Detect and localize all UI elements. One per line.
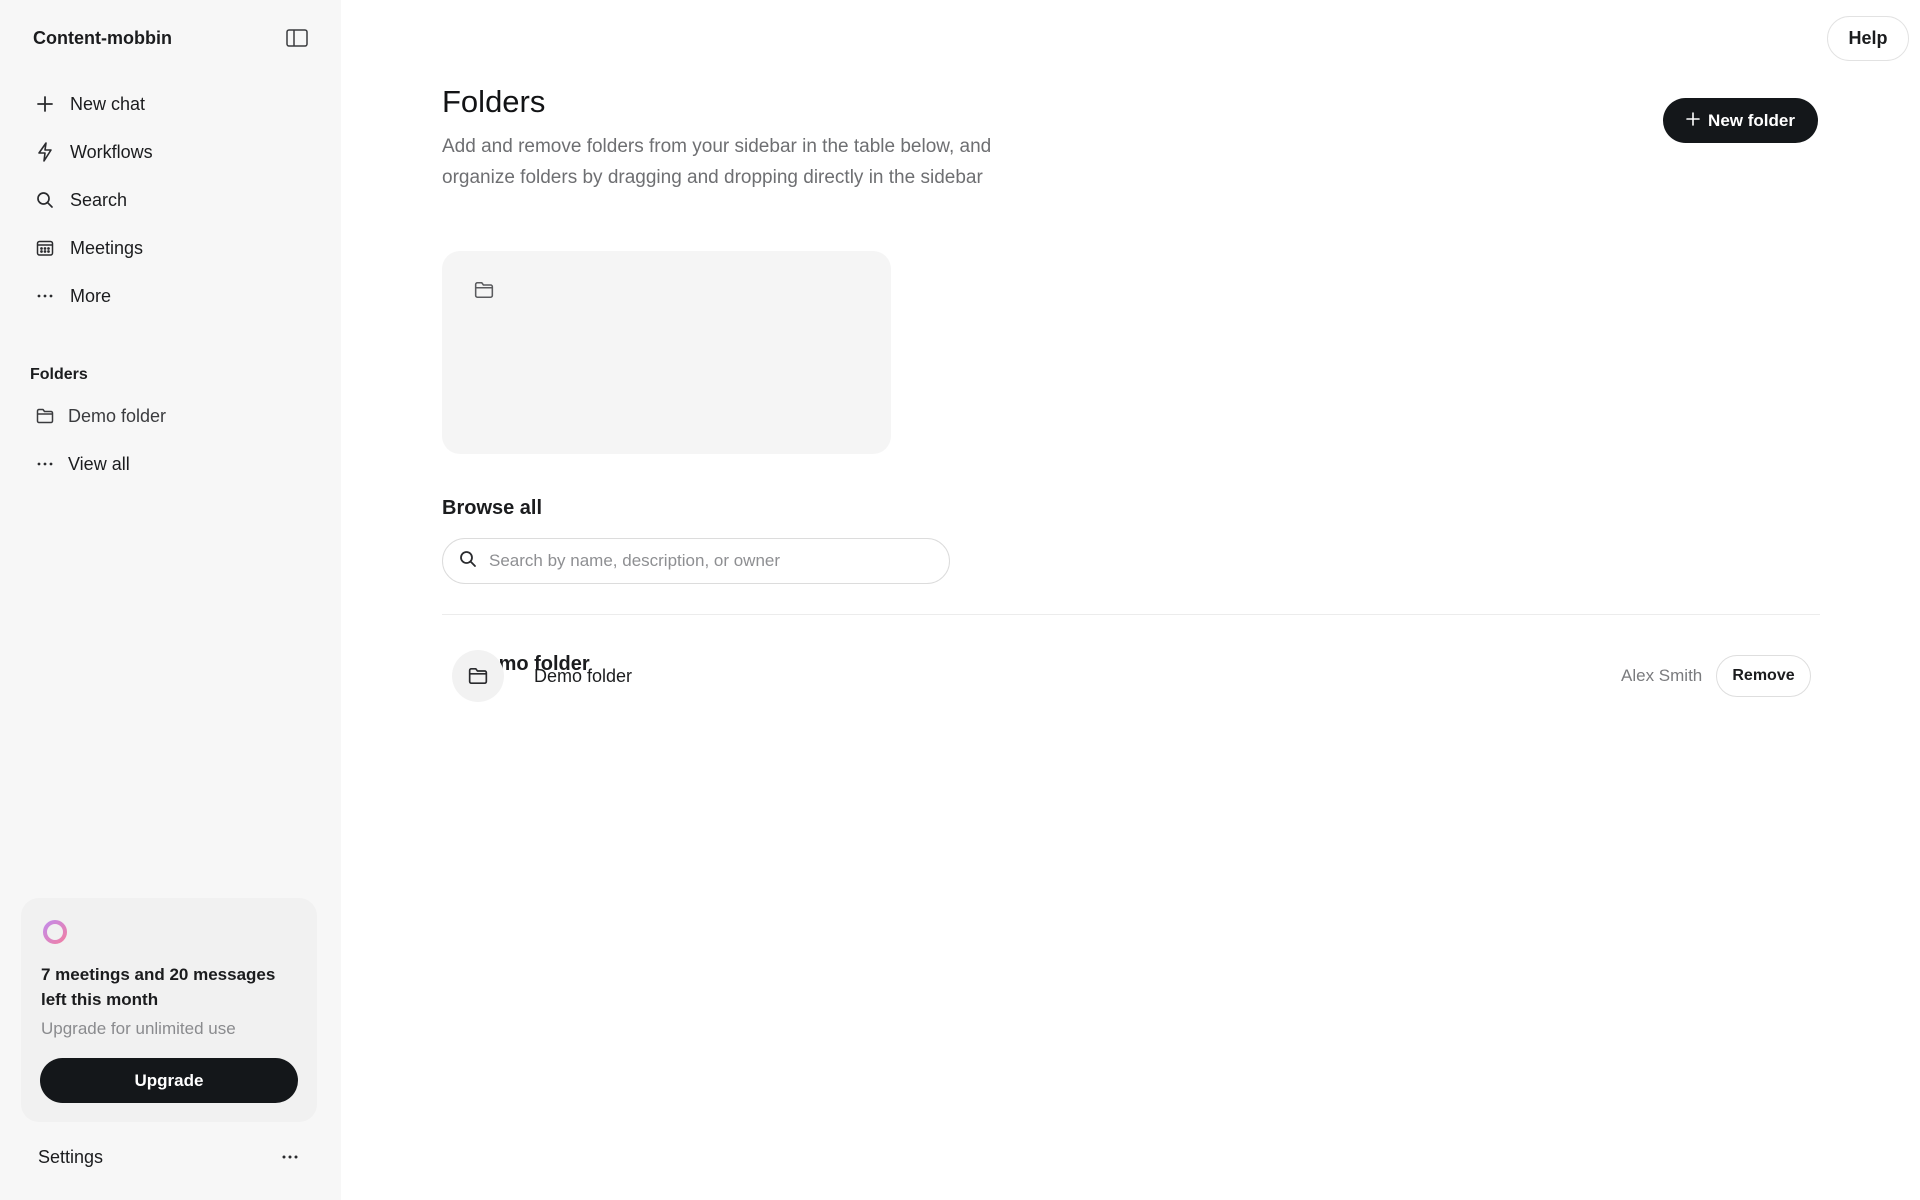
sidebar: Content-mobbin New chat Workflows Search… — [0, 0, 341, 1200]
sidebar-item-label: Workflows — [70, 141, 153, 162]
sidebar-folder-list: Demo folder View all — [28, 392, 318, 488]
sidebar-item-label: View all — [68, 453, 130, 474]
folder-icon — [452, 650, 504, 702]
upgrade-button[interactable]: Upgrade — [40, 1058, 298, 1103]
settings-more-icon[interactable] — [278, 1147, 302, 1167]
more-icon — [34, 285, 56, 307]
sidebar-item-label: Meetings — [70, 237, 144, 258]
sidebar-item-demo-folder[interactable]: Demo folder — [28, 392, 318, 440]
sidebar-item-meetings[interactable]: Meetings — [28, 224, 318, 272]
sidebar-item-search[interactable]: Search — [28, 176, 318, 224]
settings-row: Settings — [38, 1144, 302, 1170]
page-title: Folders — [442, 84, 546, 119]
sidebar-item-label: Search — [70, 189, 128, 210]
plus-icon — [1686, 111, 1700, 131]
remove-folder-button[interactable]: Remove — [1716, 655, 1811, 697]
usage-limit-text: 7 meetings and 20 messages left this mon… — [41, 965, 276, 1009]
sidebar-folders-heading: Folders — [30, 366, 88, 383]
usage-promo-card: 7 meetings and 20 messages left this mon… — [21, 898, 317, 1122]
calendar-icon — [34, 237, 56, 259]
folder-icon — [474, 281, 496, 303]
sidebar-item-workflows[interactable]: Workflows — [28, 128, 318, 176]
more-icon — [34, 453, 56, 475]
workspace-header: Content-mobbin — [33, 24, 311, 52]
sidebar-item-more[interactable]: More — [28, 272, 318, 320]
plus-icon — [34, 93, 56, 115]
main-content: Help Folders Add and remove folders from… — [341, 0, 1920, 1200]
search-icon — [459, 550, 477, 573]
brand-ring-icon — [41, 918, 69, 946]
page-description: Add and remove folders from your sidebar… — [442, 136, 992, 188]
folder-search-box — [442, 538, 950, 584]
pinned-folder-card[interactable]: Demo folder — [442, 251, 891, 675]
app-root: Content-mobbin New chat Workflows Search… — [0, 0, 1920, 1200]
table-divider — [442, 614, 1820, 615]
bolt-icon — [34, 141, 56, 163]
settings-link[interactable]: Settings — [38, 1147, 103, 1168]
sidebar-nav: New chat Workflows Search Meetings More — [28, 80, 318, 320]
search-icon — [34, 189, 56, 211]
folder-owner: Alex Smith — [1621, 666, 1703, 685]
table-row[interactable]: Demo folder Alex Smith Remove — [442, 650, 1820, 702]
usage-upgrade-hint: Upgrade for unlimited use — [41, 1019, 236, 1038]
new-folder-button[interactable]: New folder — [1663, 98, 1818, 143]
sidebar-item-new-chat[interactable]: New chat — [28, 80, 318, 128]
folder-search-input[interactable] — [489, 551, 929, 571]
folder-name: Demo folder — [534, 665, 633, 686]
browse-all-heading: Browse all — [442, 497, 543, 519]
help-button[interactable]: Help — [1827, 16, 1909, 61]
sidebar-item-label: New chat — [70, 93, 146, 114]
folder-icon — [34, 405, 56, 427]
sidebar-item-label: More — [70, 285, 112, 306]
sidebar-item-label: Demo folder — [68, 405, 167, 426]
workspace-name[interactable]: Content-mobbin — [33, 28, 172, 49]
sidebar-item-view-all[interactable]: View all — [28, 440, 318, 488]
new-folder-label: New folder — [1708, 110, 1795, 130]
sidebar-toggle-icon[interactable] — [283, 24, 311, 52]
